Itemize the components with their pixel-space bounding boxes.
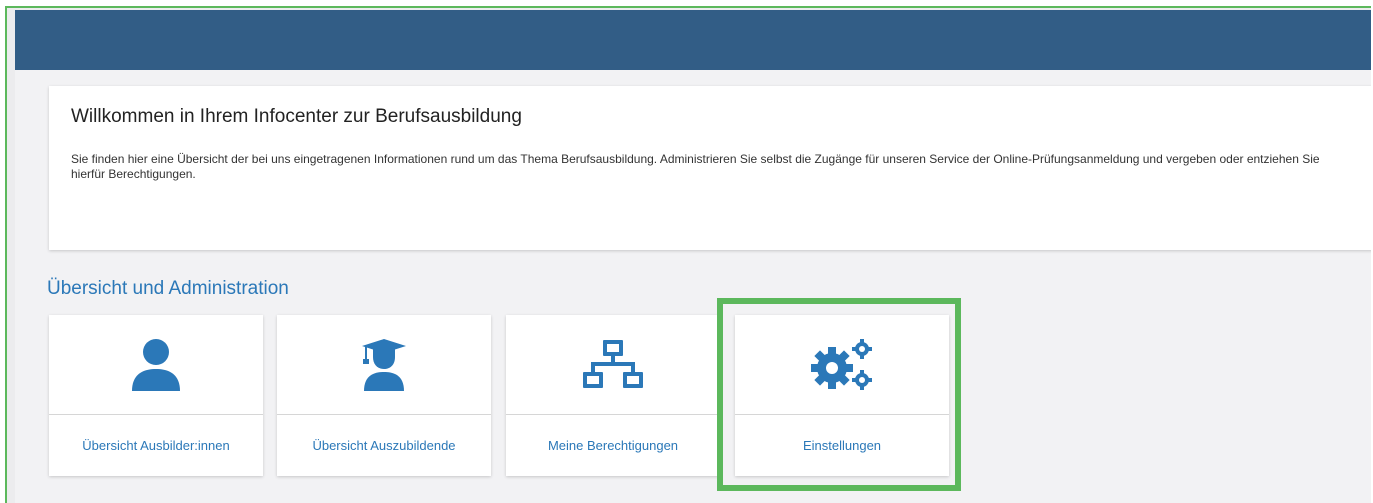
tile-apprentices[interactable]: Übersicht Auszubildende <box>277 315 491 476</box>
graduate-icon <box>277 315 491 414</box>
welcome-text: Sie finden hier eine Übersicht der bei u… <box>71 152 1320 181</box>
user-icon <box>49 315 263 414</box>
app-frame: Willkommen in Ihrem Infocenter zur Beruf… <box>5 6 1371 503</box>
tile-label[interactable]: Einstellungen <box>735 415 949 476</box>
gears-icon <box>735 315 949 414</box>
tile-trainers[interactable]: Übersicht Ausbilder:innen <box>49 315 263 476</box>
welcome-card: Willkommen in Ihrem Infocenter zur Beruf… <box>49 86 1371 250</box>
tile-settings[interactable]: Einstellungen <box>735 315 949 476</box>
main-content: Willkommen in Ihrem Infocenter zur Beruf… <box>15 70 1371 503</box>
section-title: Übersicht und Administration <box>47 278 289 299</box>
header-bar <box>15 10 1371 70</box>
tile-label[interactable]: Übersicht Auszubildende <box>277 415 491 476</box>
tile-permissions[interactable]: Meine Berechtigungen <box>506 315 720 476</box>
network-icon <box>506 315 720 414</box>
welcome-title: Willkommen in Ihrem Infocenter zur Beruf… <box>71 106 522 127</box>
tile-label[interactable]: Übersicht Ausbilder:innen <box>49 415 263 476</box>
tile-label[interactable]: Meine Berechtigungen <box>506 415 720 476</box>
